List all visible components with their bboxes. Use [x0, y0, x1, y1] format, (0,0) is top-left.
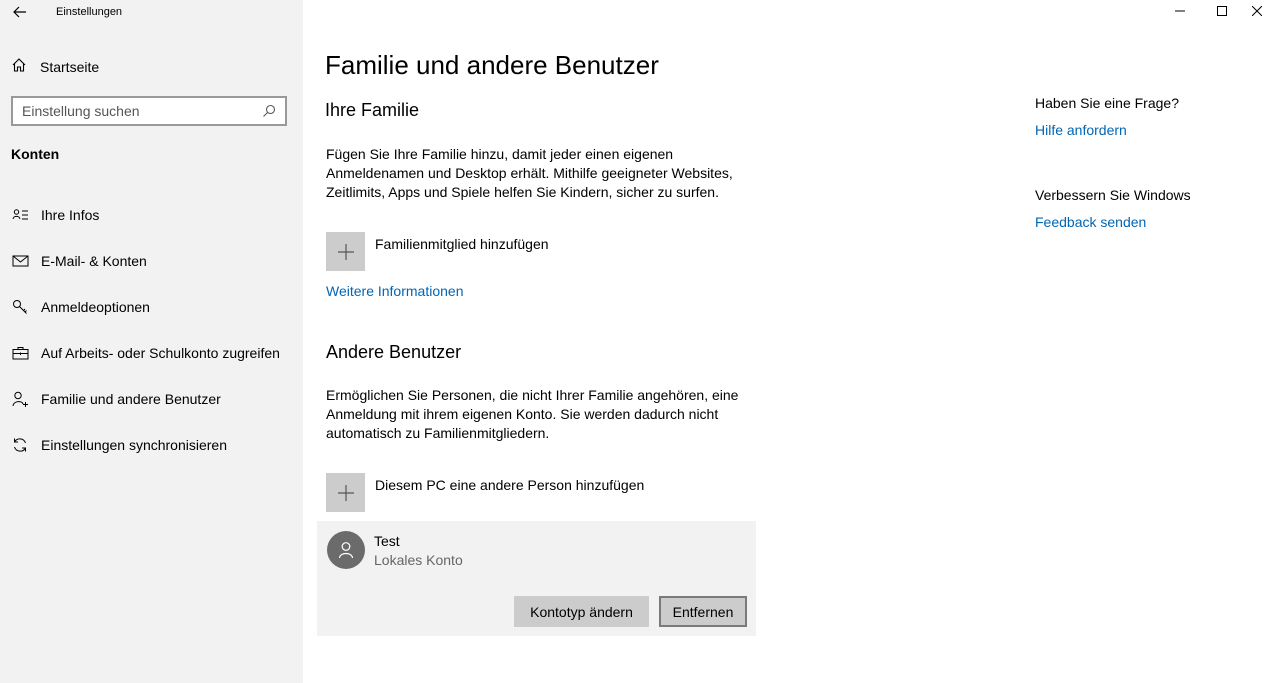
briefcase-icon — [11, 344, 29, 362]
sidebar-item-anmeldeoptionen[interactable]: Anmeldeoptionen — [0, 284, 303, 330]
sidebar-item-label: Familie und andere Benutzer — [41, 391, 221, 407]
search-input[interactable] — [13, 98, 257, 124]
avatar — [327, 531, 365, 569]
add-family-member-button[interactable]: Familienmitglied hinzufügen — [326, 232, 549, 271]
search-icon[interactable] — [257, 99, 281, 123]
plus-icon — [326, 232, 365, 271]
sidebar-item-ihre-infos[interactable]: Ihre Infos — [0, 192, 303, 238]
sidebar-item-arbeitskonto[interactable]: Auf Arbeits- oder Schulkonto zugreifen — [0, 330, 303, 376]
sync-icon — [11, 436, 29, 454]
sidebar-item-home[interactable]: Startseite — [11, 56, 99, 78]
sidebar-item-label: Ihre Infos — [41, 207, 100, 223]
close-button[interactable] — [1234, 0, 1280, 24]
sidebar-item-label: Anmeldeoptionen — [41, 299, 150, 315]
user-account-type: Lokales Konto — [374, 552, 463, 568]
add-other-person-label: Diesem PC eine andere Person hinzufügen — [375, 477, 645, 493]
add-other-person-button[interactable]: Diesem PC eine andere Person hinzufügen — [326, 473, 644, 512]
user-name: Test — [374, 533, 400, 549]
page-title: Familie und andere Benutzer — [325, 50, 659, 80]
sidebar-item-sync[interactable]: Einstellungen synchronisieren — [0, 422, 303, 468]
family-description: Fügen Sie Ihre Familie hinzu, damit jede… — [326, 146, 733, 200]
plus-icon — [326, 473, 365, 512]
sidebar-item-label: Auf Arbeits- oder Schulkonto zugreifen — [41, 345, 280, 361]
add-family-member-label: Familienmitglied hinzufügen — [375, 236, 549, 252]
maximize-icon — [1217, 3, 1227, 21]
improve-windows-heading: Verbessern Sie Windows — [1035, 187, 1191, 203]
send-feedback-link[interactable]: Feedback senden — [1035, 214, 1146, 230]
sidebar-nav: Ihre Infos E-Mail- & Konten Anmeldeoptio… — [0, 192, 303, 468]
remove-user-button[interactable]: Entfernen — [659, 596, 747, 627]
search-box[interactable] — [11, 96, 287, 126]
user-account-card[interactable]: Test Lokales Konto Kontotyp ändern Entfe… — [317, 521, 756, 636]
sidebar-section-heading: Konten — [11, 146, 60, 162]
key-icon — [11, 298, 29, 316]
sidebar-item-familie[interactable]: Familie und andere Benutzer — [0, 376, 303, 422]
back-arrow-icon[interactable] — [10, 2, 30, 22]
other-users-heading: Andere Benutzer — [326, 342, 462, 362]
sidebar-item-label: Einstellungen synchronisieren — [41, 437, 227, 453]
mail-icon — [11, 252, 29, 270]
sidebar-item-email-konten[interactable]: E-Mail- & Konten — [0, 238, 303, 284]
person-add-icon — [11, 390, 29, 408]
question-heading: Haben Sie eine Frage? — [1035, 95, 1179, 111]
minimize-icon — [1175, 3, 1185, 21]
app-title: Einstellungen — [56, 6, 123, 18]
get-help-link[interactable]: Hilfe anfordern — [1035, 122, 1127, 138]
other-users-description: Ermöglichen Sie Personen, die nicht Ihre… — [326, 387, 739, 441]
contact-card-icon — [11, 206, 29, 224]
family-heading: Ihre Familie — [325, 100, 420, 120]
home-icon — [11, 57, 27, 78]
sidebar-item-home-label: Startseite — [40, 59, 100, 75]
more-info-link[interactable]: Weitere Informationen — [326, 283, 463, 299]
change-account-type-button[interactable]: Kontotyp ändern — [514, 596, 649, 627]
minimize-button[interactable] — [1157, 0, 1203, 24]
close-icon — [1251, 3, 1263, 21]
sidebar-item-label: E-Mail- & Konten — [41, 253, 147, 269]
sidebar: Einstellungen Startseite Konten Ihre Inf… — [0, 0, 303, 683]
